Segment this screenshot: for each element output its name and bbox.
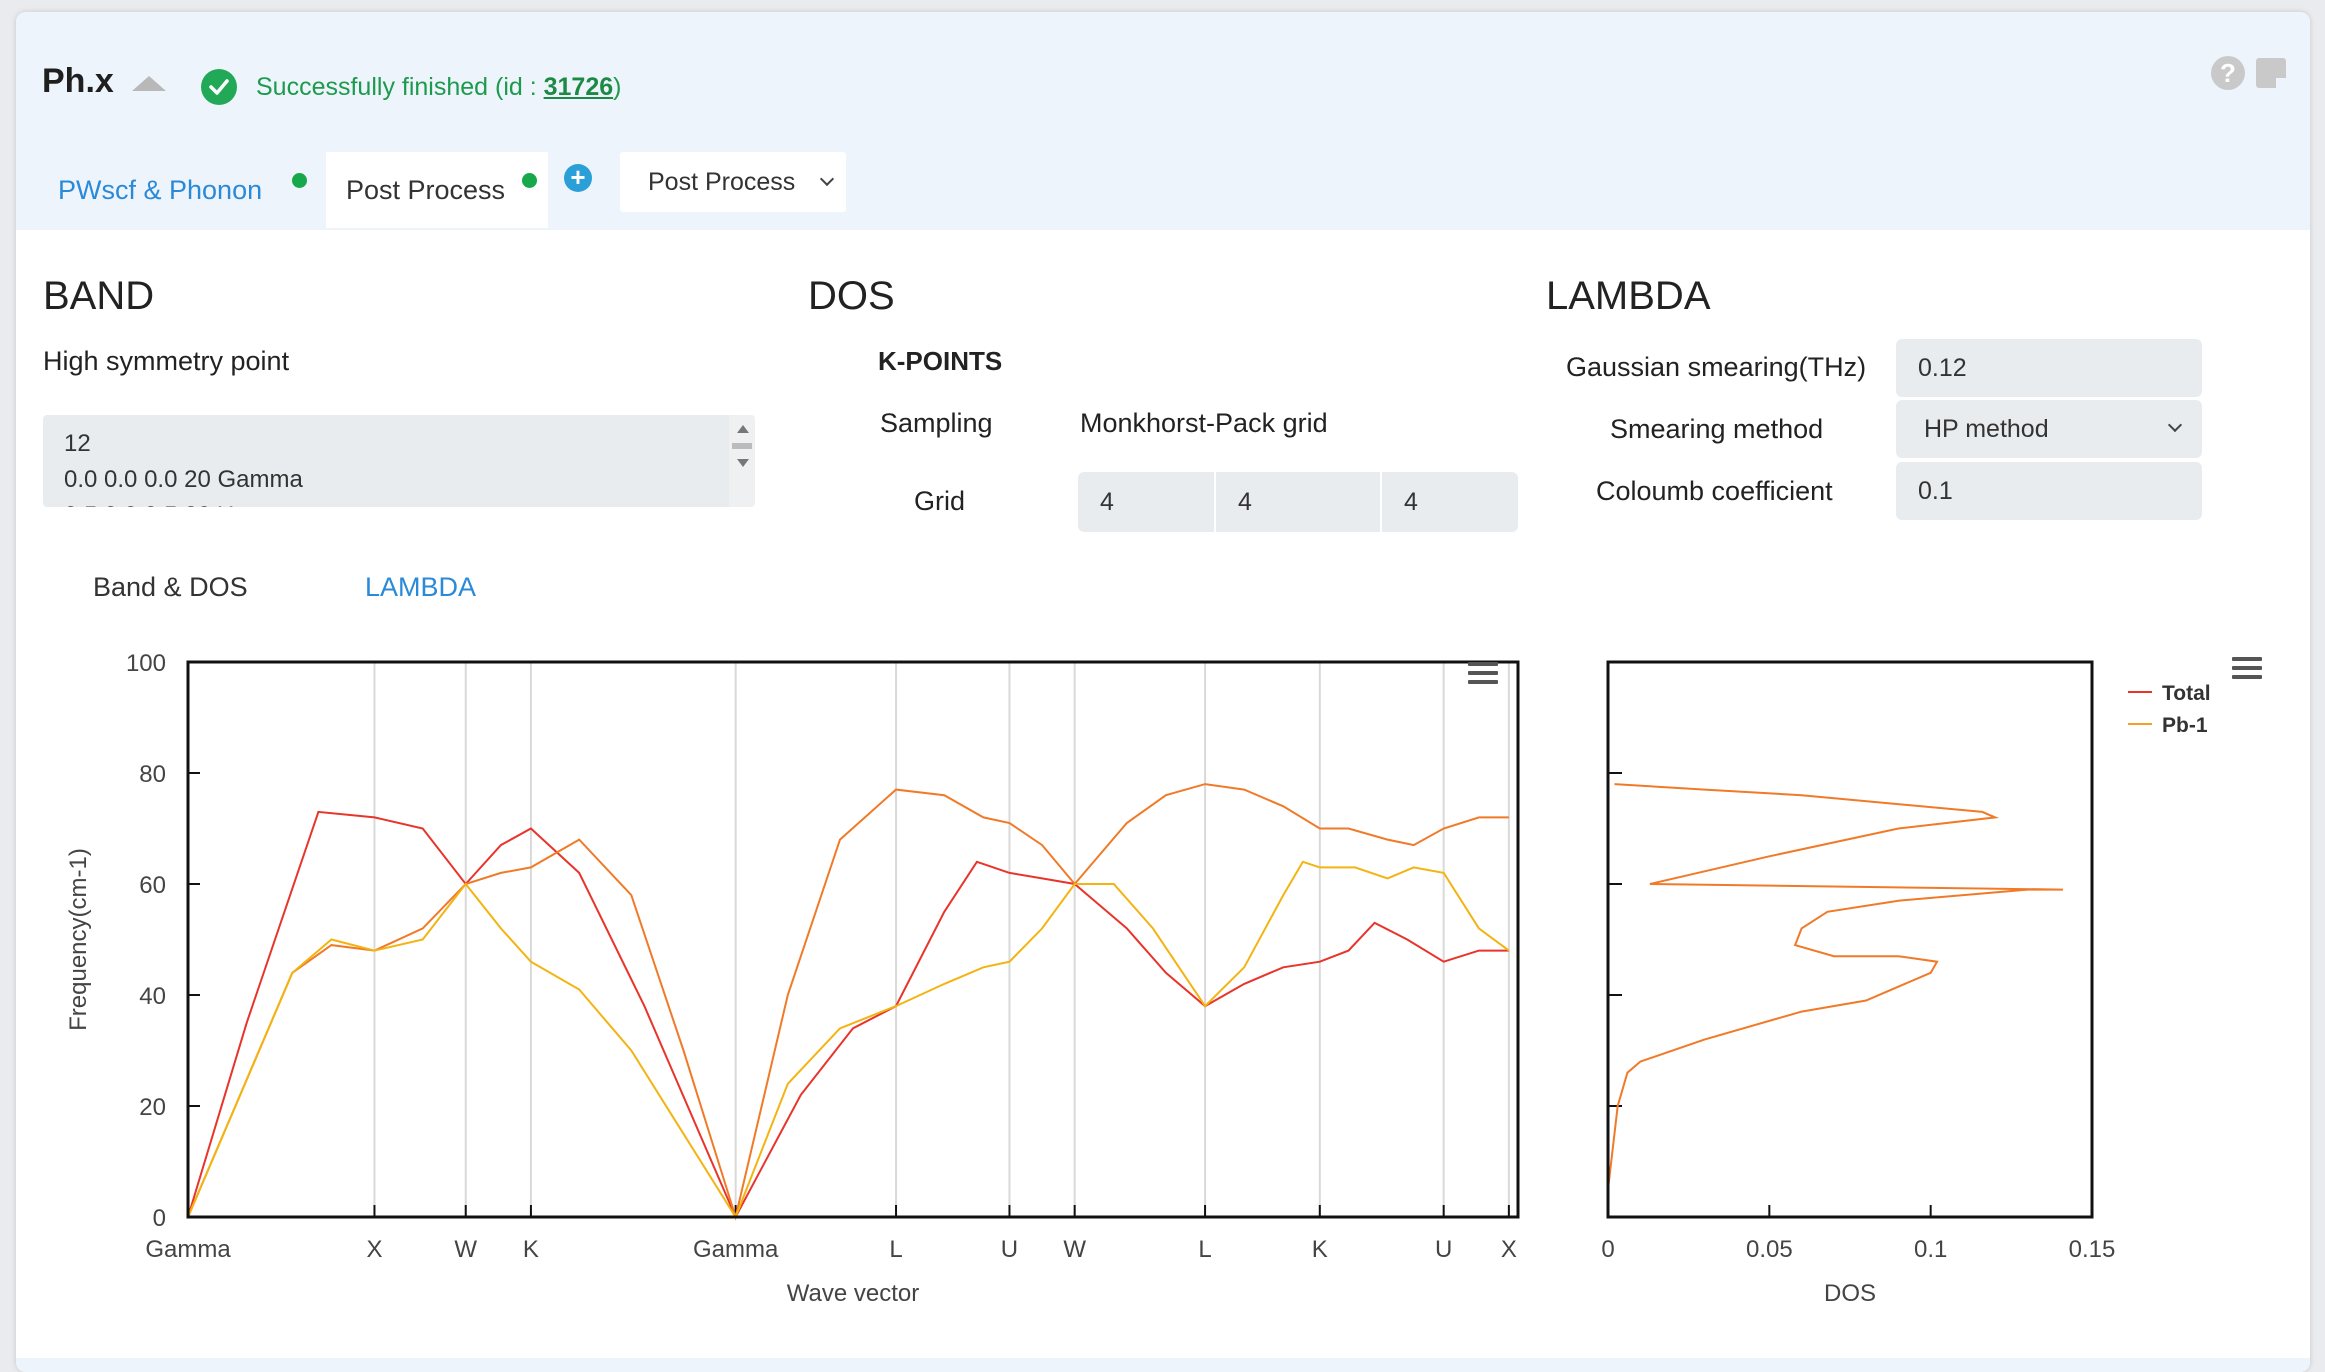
hsp-line: 0.5 0.0 0.5 20 X xyxy=(64,498,755,507)
band-x-tick-label: U xyxy=(1001,1236,1018,1263)
grid-input-2[interactable]: 4 xyxy=(1216,472,1380,532)
legend-label: Pb-1 xyxy=(2162,714,2208,737)
band-series-line xyxy=(187,810,1509,1220)
help-icon[interactable]: ? xyxy=(2211,56,2245,90)
tab-label: PWscf & Phonon xyxy=(58,175,263,205)
band-y-tick-label: 0 xyxy=(153,1205,166,1232)
chart-menu-icon[interactable] xyxy=(1468,662,1498,686)
success-check-icon xyxy=(201,69,237,105)
collapse-up-icon[interactable] xyxy=(132,76,166,91)
smearing-select-value: HP method xyxy=(1924,415,2049,443)
sampling-label: Sampling xyxy=(880,408,993,438)
add-tab-icon[interactable]: + xyxy=(564,164,592,192)
lambda-title: LAMBDA xyxy=(1546,274,1711,318)
band-series-line xyxy=(187,860,1510,1220)
grid-input-3[interactable]: 4 xyxy=(1382,472,1518,532)
textarea-scrollbar[interactable] xyxy=(729,415,755,507)
band-x-tick-label: U xyxy=(1435,1236,1452,1263)
sampling-value: Monkhorst-Pack grid xyxy=(1080,408,1328,438)
tab-type-select[interactable]: Post Process xyxy=(620,152,846,212)
note-icon[interactable] xyxy=(2256,58,2286,88)
band-x-tick-label: W xyxy=(454,1236,477,1263)
band-series-line xyxy=(187,783,1509,1221)
band-y-tick-label: 80 xyxy=(139,761,166,788)
scroll-thumb[interactable] xyxy=(732,443,752,449)
band-y-tick-label: 100 xyxy=(126,650,166,677)
band-x-axis-label: Wave vector xyxy=(787,1280,919,1307)
coulomb-input[interactable]: 0.1 xyxy=(1896,462,2202,520)
hsp-line: 12 xyxy=(64,430,91,457)
band-title: BAND xyxy=(43,274,155,318)
status-prefix: Successfully finished (id : xyxy=(256,73,544,101)
dos-plot-frame xyxy=(1606,660,2094,1219)
tab-status-dot xyxy=(522,173,537,188)
band-x-tick-label: K xyxy=(1312,1236,1328,1263)
page-title: Ph.x xyxy=(42,62,114,100)
dos-series-line xyxy=(1607,783,2064,1190)
smearing-select[interactable]: HP method xyxy=(1896,400,2202,458)
dos-x-tick-label: 0.05 xyxy=(1746,1236,1793,1263)
gauss-label: Gaussian smearing(THz) xyxy=(1566,352,1867,382)
chart-menu-icon[interactable] xyxy=(2232,657,2262,681)
dos-title: DOS xyxy=(808,274,895,318)
band-x-tick-label: X xyxy=(1501,1236,1517,1263)
subtab-band-dos[interactable]: Band & DOS xyxy=(93,572,248,603)
tab-post-process[interactable]: Post Process xyxy=(326,152,548,228)
band-y-tick-label: 40 xyxy=(139,983,166,1010)
legend-label: Total xyxy=(2162,682,2211,705)
band-x-tick-label: X xyxy=(366,1236,382,1263)
band-x-tick-label: Gamma xyxy=(145,1236,231,1263)
chevron-down-icon xyxy=(819,171,835,187)
grid-input-1[interactable]: 4 xyxy=(1078,472,1214,532)
panel-footer xyxy=(16,1358,2310,1372)
dos-chart: 0 0.05 0.1 0.15 DOS Total Pb-1 xyxy=(1601,660,2211,1307)
tab-label: Post Process xyxy=(346,175,506,205)
tab-status-dot xyxy=(292,173,307,188)
panel-header: Ph.x Successfully finished (id : 31726) … xyxy=(16,12,2310,230)
smearing-label: Smearing method xyxy=(1610,414,1824,444)
tab-type-select-value: Post Process xyxy=(648,168,796,196)
band-plot-frame xyxy=(186,660,1520,1219)
band-structure-chart: Gamma X W K Gamma L U W L K U X 0 20 40 60 80 100 Wave vec… xyxy=(65,650,1520,1307)
status-message: Successfully finished (id : 31726) xyxy=(256,73,621,102)
job-id-link[interactable]: 31726 xyxy=(544,73,614,101)
tab-pwscf-phonon[interactable]: PWscf & Phonon xyxy=(38,152,282,228)
gauss-input[interactable]: 0.12 xyxy=(1896,339,2202,397)
chevron-down-icon xyxy=(2167,417,2183,433)
dos-x-tick-label: 0 xyxy=(1601,1236,1614,1263)
dos-x-tick-label: 0.1 xyxy=(1914,1236,1947,1263)
coulomb-label: Coloumb coefficient xyxy=(1596,476,1833,506)
hsp-textarea[interactable]: 12 0.0 0.0 0.0 20 Gamma 0.5 0.0 0.5 20 X xyxy=(43,415,755,507)
status-suffix: ) xyxy=(613,73,622,101)
band-x-tick-label: Gamma xyxy=(693,1236,779,1263)
scroll-up-icon[interactable] xyxy=(737,425,749,433)
band-y-tick-label: 20 xyxy=(139,1094,166,1121)
kpoints-label: K-POINTS xyxy=(878,346,1003,376)
grid-label: Grid xyxy=(914,486,966,516)
ph-x-panel: Ph.x Successfully finished (id : 31726) … xyxy=(16,12,2310,1372)
dos-x-tick-label: 0.15 xyxy=(2069,1236,2116,1263)
subtab-lambda[interactable]: LAMBDA xyxy=(365,572,476,603)
hsp-label: High symmetry point xyxy=(43,346,290,376)
dos-x-axis-label: DOS xyxy=(1824,1280,1876,1307)
band-y-tick-label: 60 xyxy=(139,872,166,899)
band-y-axis-label: Frequency(cm-1) xyxy=(65,848,92,1031)
band-x-tick-label: W xyxy=(1063,1236,1086,1263)
band-x-tick-label: L xyxy=(889,1236,902,1263)
band-x-tick-label: K xyxy=(523,1236,539,1263)
scroll-down-icon[interactable] xyxy=(737,459,749,467)
band-x-tick-label: L xyxy=(1198,1236,1211,1263)
hsp-line: 0.0 0.0 0.0 20 Gamma xyxy=(64,466,303,493)
